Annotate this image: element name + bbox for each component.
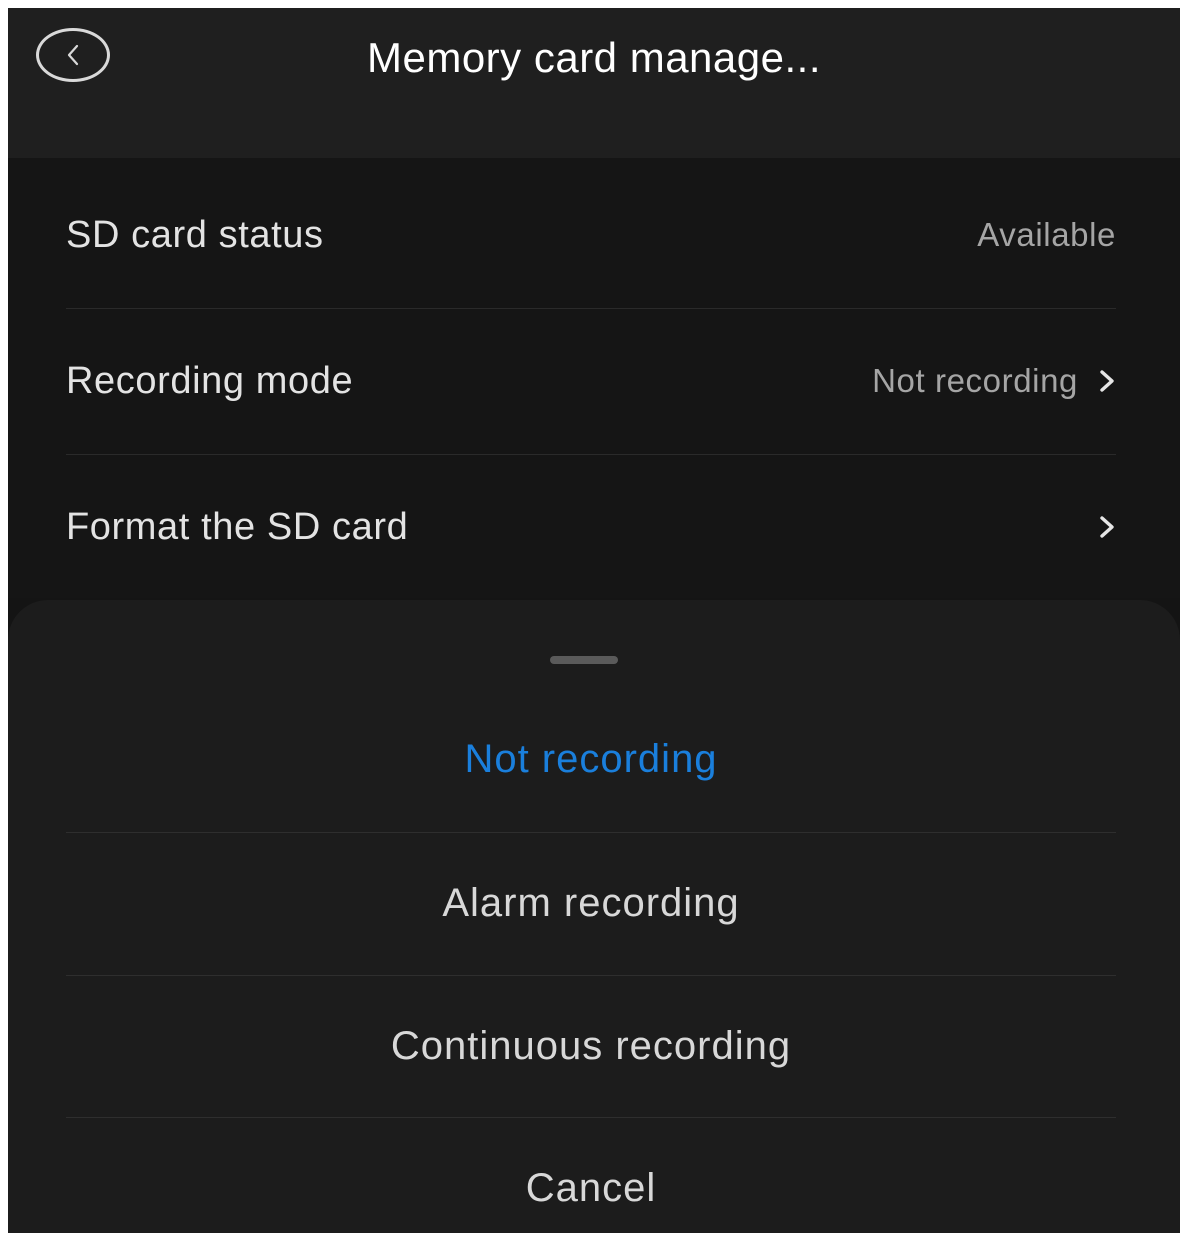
recording-mode-right: Not recording [872,362,1116,400]
app-screen: Memory card manage... SD card status Ava… [8,8,1180,1233]
recording-mode-value: Not recording [872,362,1078,399]
chevron-right-icon [1098,514,1116,540]
option-alarm-recording[interactable]: Alarm recording [66,832,1116,974]
sd-card-status-value: Available [977,216,1116,253]
cancel-button[interactable]: Cancel [66,1117,1116,1233]
format-sd-card-label: Format the SD card [66,505,409,548]
page-title: Memory card manage... [366,34,821,81]
sheet-drag-handle[interactable] [550,656,618,664]
recording-mode-label: Recording mode [66,359,354,402]
top-bar: Memory card manage... [8,8,1180,158]
chevron-right-icon [1098,368,1116,394]
settings-list: SD card status Available Recording mode … [8,158,1180,598]
option-continuous-recording[interactable]: Continuous recording [66,975,1116,1117]
sd-card-status-label: SD card status [66,213,324,256]
option-not-recording[interactable]: Not recording [66,688,1116,830]
recording-mode-sheet: Not recording Alarm recording Continuous… [8,600,1180,1233]
recording-mode-row[interactable]: Recording mode Not recording [66,308,1116,454]
format-sd-card-row[interactable]: Format the SD card [66,454,1116,600]
sd-card-status-row: SD card status Available [66,162,1116,308]
